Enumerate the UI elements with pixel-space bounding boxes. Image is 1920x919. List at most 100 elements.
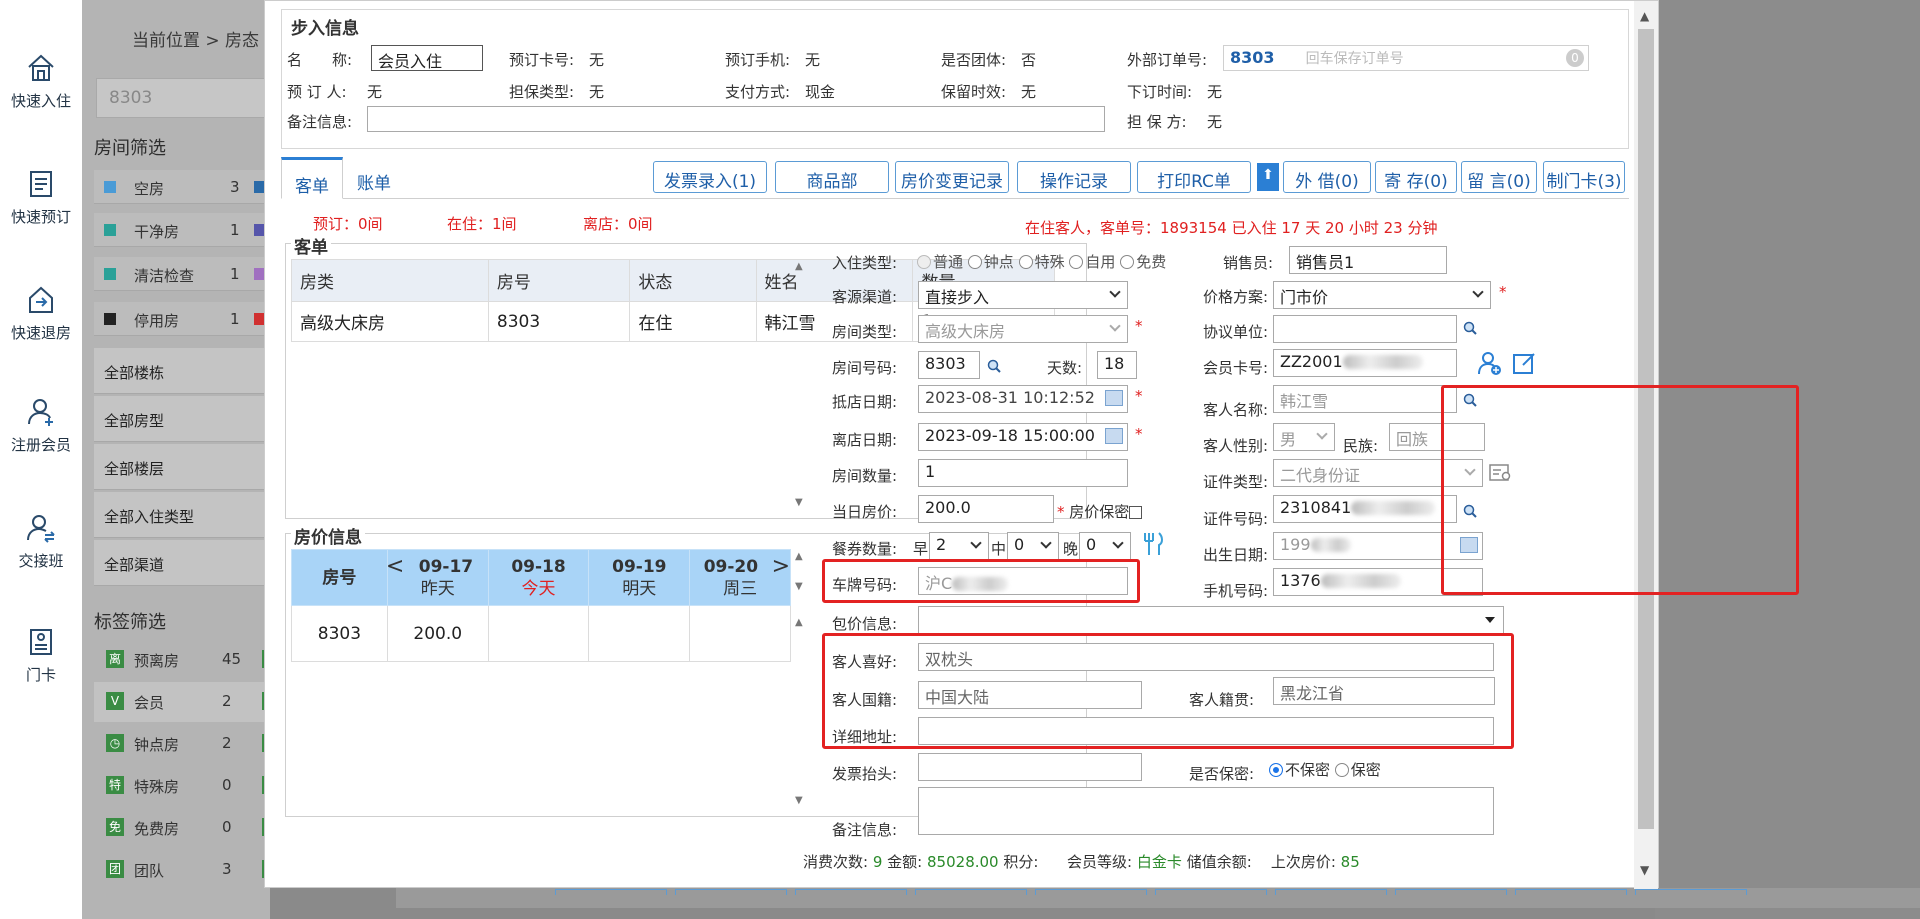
tab-guest-order[interactable]: 客单 [281, 157, 343, 199]
select-checkin-type[interactable]: 全部入住类型 [94, 492, 270, 538]
bottom-button[interactable] [1155, 889, 1267, 895]
select-building[interactable]: 全部楼栋 [94, 348, 270, 394]
tag-filter-member[interactable]: V 会员 2 [94, 682, 272, 722]
operation-log-button[interactable]: 操作记录 [1017, 161, 1131, 193]
deposit-button[interactable]: 寄 存(0) [1375, 161, 1457, 193]
price-secret-checkbox[interactable] [1129, 506, 1143, 519]
room-filter-clean[interactable]: 干净房 1 [94, 213, 270, 247]
tag-filter-free[interactable]: 免免费房 0 [94, 808, 272, 848]
fork-knife-icon[interactable] [1141, 531, 1165, 557]
tag-filter-special[interactable]: 特特殊房 0 [94, 766, 272, 806]
select-channel[interactable]: 全部渠道 [94, 540, 270, 586]
tab-bill[interactable]: 账单 [343, 157, 405, 199]
bottom-button[interactable] [1635, 889, 1747, 895]
meal-lunch-select[interactable]: 0 [1007, 532, 1059, 560]
radio-secret[interactable] [1334, 763, 1349, 777]
days-input[interactable]: 18 [1097, 351, 1137, 379]
price-table-scrollbar[interactable]: ▲ ▼ ▲ ▼ [793, 551, 807, 811]
invoice-title-input[interactable] [918, 753, 1142, 781]
radio-hourly[interactable] [967, 255, 982, 269]
select-floor[interactable]: 全部楼层 [94, 444, 270, 490]
scroll-up-icon[interactable]: ▲ [795, 261, 803, 272]
source-select[interactable]: 直接步入 [918, 281, 1128, 309]
bottom-button[interactable] [1515, 889, 1627, 895]
arrive-date-input[interactable]: 2023-08-31 10:12:52 [918, 385, 1128, 413]
nav-quick-booking[interactable]: 快速预订 [0, 168, 82, 227]
search-icon[interactable] [1463, 321, 1477, 335]
room-filter-disabled[interactable]: 停用房 1 [94, 302, 270, 336]
agreement-input[interactable] [1273, 315, 1457, 343]
member-card-input[interactable]: ZZ2001 [1273, 349, 1457, 377]
bottom-button[interactable] [1035, 889, 1147, 895]
day-price-input[interactable]: 200.0 [918, 495, 1054, 523]
form-remark-textarea[interactable] [918, 787, 1494, 835]
nav-handover[interactable]: 交接班 [0, 512, 82, 571]
room-search-input[interactable]: 8303 [96, 78, 266, 118]
price-change-log-button[interactable]: 房价变更记录 [895, 161, 1009, 193]
guest-name-input[interactable]: 韩江雪 [1273, 385, 1457, 413]
meal-dinner-select[interactable]: 0 [1079, 532, 1131, 560]
bottom-button[interactable] [555, 889, 667, 895]
guest-table-scrollbar[interactable]: ▲ ▼ [793, 261, 807, 511]
meal-breakfast-select[interactable]: 2 [929, 532, 989, 560]
package-label: 包价信息: [832, 615, 898, 633]
id-no-input[interactable]: 2310841 [1273, 495, 1457, 523]
scroll-up-icon[interactable]: ▲ [795, 551, 803, 562]
cell-room-type: 高级大床房 [291, 301, 489, 342]
edit-icon[interactable] [1511, 350, 1537, 376]
bottom-button-strip [555, 881, 1895, 895]
ext-order-input[interactable]: 8303 回车保存订单号 0 [1223, 45, 1589, 71]
goods-button[interactable]: 商品部 [775, 161, 889, 193]
next-day-icon[interactable]: > [772, 555, 790, 578]
scroll-down-icon[interactable]: ▼ [795, 795, 803, 806]
print-rc-button[interactable]: 打印RC单 [1137, 161, 1251, 193]
make-card-button[interactable]: 制门卡(3) [1543, 161, 1625, 193]
name-input[interactable]: 会员入住 [371, 45, 483, 71]
scroll-down-icon[interactable]: ▼ [795, 497, 803, 508]
scroll-down-icon[interactable]: ▼ [1640, 863, 1649, 877]
room-no-input[interactable]: 8303 [918, 351, 980, 379]
calendar-icon[interactable] [1105, 390, 1123, 406]
bottom-button[interactable] [675, 889, 787, 895]
room-type-select[interactable]: 高级大床房 [918, 315, 1128, 343]
lend-button[interactable]: 外 借(0) [1283, 161, 1371, 193]
tag-filter-leaving[interactable]: 离预离房 45 [94, 640, 272, 680]
radio-not-secret[interactable] [1269, 763, 1283, 777]
radio-normal[interactable] [917, 255, 931, 269]
invoice-entry-button[interactable]: 发票录入(1) [653, 161, 767, 193]
radio-free[interactable] [1120, 255, 1135, 269]
message-button[interactable]: 留 言(0) [1461, 161, 1537, 193]
scroll-down-icon[interactable]: ▼ [795, 581, 803, 592]
nav-door-card[interactable]: 门卡 [0, 626, 82, 685]
gender-select[interactable]: 男 [1273, 423, 1335, 451]
salesman-input[interactable]: 销售员1 [1289, 246, 1447, 274]
tag-filter-hourly[interactable]: ◷ 钟点房 2 [94, 724, 272, 764]
nav-quick-checkin[interactable]: 快速入住 [0, 52, 82, 111]
bottom-button[interactable] [795, 889, 907, 895]
prev-day-icon[interactable]: < [386, 555, 404, 578]
arrow-up-icon[interactable]: ⬆ [1257, 163, 1279, 191]
bottom-button[interactable] [1395, 889, 1507, 895]
radio-self-use[interactable] [1069, 255, 1084, 269]
price-plan-select[interactable]: 门市价 [1273, 281, 1491, 309]
search-icon[interactable] [987, 359, 1001, 373]
agreement-label: 协议单位: [1203, 323, 1269, 341]
bottom-button[interactable] [1275, 889, 1387, 895]
room-count-input[interactable]: 1 [918, 459, 1128, 487]
remark-input[interactable] [367, 106, 1105, 132]
nav-quick-checkout[interactable]: 快速退房 [0, 284, 82, 343]
depart-date-input[interactable]: 2023-09-18 15:00:00 [918, 423, 1128, 451]
bottom-button[interactable] [915, 889, 1027, 895]
table-row[interactable]: 8303 200.0 [291, 605, 791, 662]
package-select[interactable] [918, 606, 1504, 634]
scroll-up-icon[interactable]: ▲ [795, 617, 803, 628]
calendar-icon[interactable] [1105, 428, 1123, 444]
tag-filter-group[interactable]: 团团队 3 [94, 850, 272, 890]
nav-register-member[interactable]: 注册会员 [0, 396, 82, 455]
room-filter-inspect[interactable]: 清洁检查 1 [94, 257, 270, 291]
select-room-type[interactable]: 全部房型 [94, 396, 270, 442]
scroll-up-icon[interactable]: ▲ [1640, 9, 1649, 23]
radio-special[interactable] [1018, 255, 1033, 269]
room-filter-vacant[interactable]: 空房 3 [94, 170, 270, 204]
member-icon[interactable] [1477, 350, 1503, 376]
